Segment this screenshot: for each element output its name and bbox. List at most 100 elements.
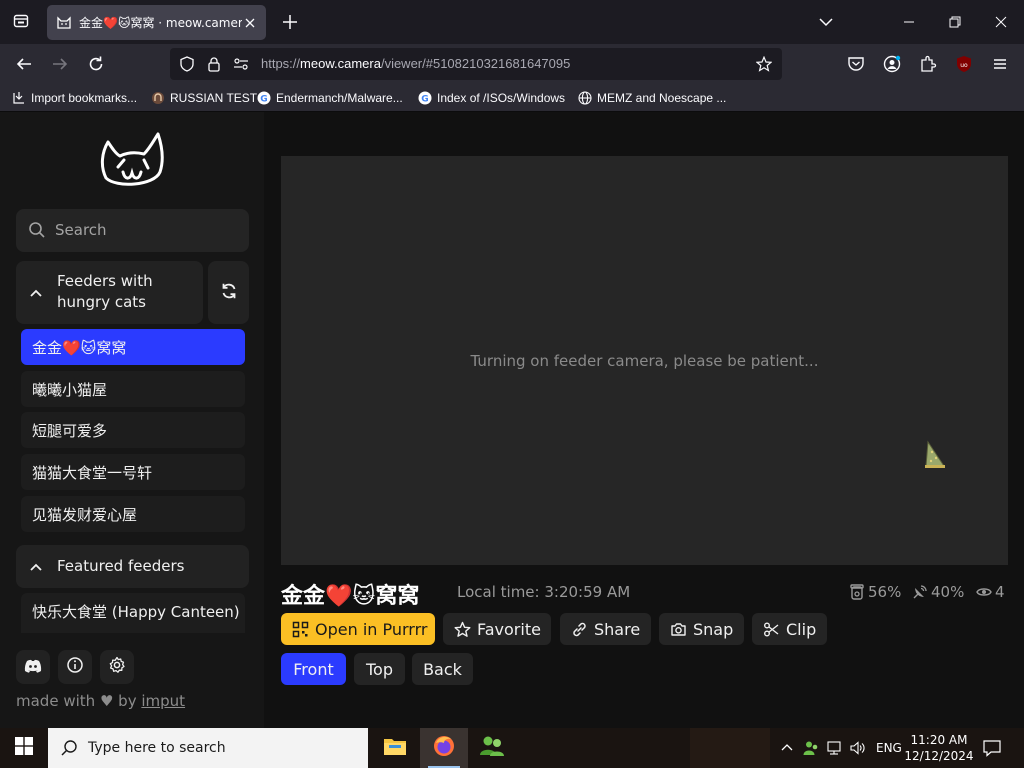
refresh-button[interactable]: [208, 261, 249, 324]
forward-arrow-icon[interactable]: [50, 54, 70, 74]
snap-button[interactable]: Snap: [659, 613, 744, 645]
bookmark-label: MEMZ and Noescape ...: [597, 91, 727, 105]
chevron-up-icon: [29, 285, 43, 299]
feeder-item-active[interactable]: 金金❤️🐱窝窝: [21, 329, 245, 365]
camera-video-area[interactable]: Turning on feeder camera, please be pati…: [281, 156, 1008, 565]
bookmark-label: Endermanch/Malware...: [276, 91, 403, 105]
input-language[interactable]: ENG: [876, 741, 902, 755]
firefox-icon: [432, 734, 456, 762]
bookmark-label: Import bookmarks...: [31, 91, 138, 105]
pocket-icon[interactable]: [846, 54, 866, 74]
bookmark-label: RUSSIAN TEST: [170, 91, 258, 105]
feeder-item[interactable]: 短腿可爱多: [21, 412, 245, 448]
permissions-icon[interactable]: [233, 56, 249, 72]
satellite-dish-icon: [912, 584, 928, 600]
url-host: meow.camera: [300, 56, 381, 71]
settings-button[interactable]: [100, 650, 134, 684]
url-bar[interactable]: https://meow.camera/viewer/#510821032168…: [170, 48, 782, 80]
start-button[interactable]: [0, 728, 48, 768]
lock-icon[interactable]: [206, 56, 222, 72]
taskbar-clock[interactable]: 11:20 AM 12/12/2024: [902, 732, 976, 764]
bookmark-isos[interactable]: G Index of /ISOs/Windows: [418, 90, 565, 106]
tab-title: 金金❤️🐱窝窝 · meow.camera: [79, 16, 242, 30]
search-placeholder: Search: [55, 221, 107, 239]
qr-code-icon: [292, 621, 309, 638]
refresh-icon: [220, 282, 238, 304]
author-link[interactable]: imput: [141, 692, 185, 710]
hungry-feeders-toggle[interactable]: Feeders with hungry cats: [16, 261, 203, 324]
party-hat-cursor-icon: [924, 440, 946, 470]
featured-feeders-toggle[interactable]: Featured feeders: [16, 545, 249, 588]
back-arrow-icon[interactable]: [14, 54, 34, 74]
feeder-title: 金金❤️🐱窝窝: [281, 584, 420, 609]
bookmark-russian-test[interactable]: RUSSIAN TEST: [151, 90, 257, 106]
folder-icon: [383, 736, 407, 760]
reload-icon[interactable]: [86, 54, 106, 74]
open-in-purrrr-label: Open in Purrrr: [315, 619, 428, 639]
taskbar-app-people[interactable]: [468, 728, 516, 768]
bookmark-import[interactable]: Import bookmarks...: [12, 90, 137, 106]
taskbar-app-file-explorer[interactable]: [371, 728, 419, 768]
search-input[interactable]: Search: [16, 209, 249, 252]
meow-camera-logo-icon[interactable]: [96, 130, 168, 192]
shield-icon[interactable]: [179, 56, 195, 72]
battery-stat: 40%: [912, 583, 964, 601]
favorite-button[interactable]: Favorite: [443, 613, 551, 645]
chevron-up-icon: [29, 559, 43, 573]
chevron-up-icon[interactable]: [779, 740, 795, 756]
restore-icon[interactable]: [945, 12, 965, 32]
share-button[interactable]: Share: [560, 613, 651, 645]
notifications-icon[interactable]: [982, 739, 1002, 757]
bookmark-memz[interactable]: MEMZ and Noescape ...: [578, 90, 726, 106]
ublock-origin-icon[interactable]: uo: [954, 54, 974, 74]
cat-favicon-icon: [55, 14, 73, 32]
camera-front-button[interactable]: Front: [281, 653, 346, 685]
people-tray-icon[interactable]: [803, 740, 819, 756]
account-icon[interactable]: [882, 54, 902, 74]
feeder-item[interactable]: 见猫发财爱心屋: [21, 496, 245, 532]
camera-top-button[interactable]: Top: [354, 653, 405, 685]
clip-label: Clip: [786, 619, 817, 639]
close-window-icon[interactable]: [991, 12, 1011, 32]
new-tab-icon[interactable]: [280, 12, 300, 32]
extensions-icon[interactable]: [918, 54, 938, 74]
taskbar-search-input[interactable]: Type here to search: [48, 728, 368, 768]
browser-tab-active[interactable]: 金金❤️🐱窝窝 · meow.camera: [47, 5, 266, 40]
by-text: by: [118, 692, 137, 710]
firefox-view-icon[interactable]: [8, 8, 34, 34]
navigation-toolbar: https://meow.camera/viewer/#510821032168…: [0, 44, 1024, 84]
sidebar: Search Feeders with hungry cats 金金❤️🐱窝窝 …: [0, 112, 264, 728]
camera-icon: [670, 621, 687, 638]
made-with-text: made with: [16, 692, 96, 710]
chevron-down-icon[interactable]: [817, 13, 835, 31]
bookmark-star-icon[interactable]: [755, 55, 773, 72]
extension-badge-text: uo: [960, 62, 968, 69]
bookmark-endermanch[interactable]: G Endermanch/Malware...: [257, 90, 403, 106]
url-scheme: https://: [261, 56, 301, 71]
svg-text:G: G: [260, 95, 267, 105]
hamburger-menu-icon[interactable]: [990, 54, 1010, 74]
clock-date: 12/12/2024: [904, 749, 974, 763]
search-icon: [60, 739, 78, 757]
camera-back-button[interactable]: Back: [412, 653, 473, 685]
taskbar-app-firefox[interactable]: [420, 728, 468, 768]
feeder-item[interactable]: 快乐大食堂 (Happy Canteen): [21, 593, 245, 633]
speaker-icon[interactable]: [849, 740, 865, 756]
info-icon: [66, 656, 84, 678]
windows-taskbar: Type here to search ENG 11:20 AM 12/12/2…: [0, 728, 1024, 768]
feeder-item[interactable]: 曦曦小猫屋: [21, 371, 245, 407]
bookmark-label: Index of /ISOs/Windows: [437, 91, 566, 105]
discord-button[interactable]: [16, 650, 50, 684]
open-in-purrrr-button[interactable]: Open in Purrrr: [281, 613, 435, 645]
clip-button[interactable]: Clip: [752, 613, 827, 645]
minimize-icon[interactable]: [899, 12, 919, 32]
people-icon: [479, 735, 505, 761]
google-icon: G: [418, 91, 432, 105]
share-label: Share: [594, 619, 641, 639]
svg-text:G: G: [421, 95, 428, 105]
about-button[interactable]: [58, 650, 92, 684]
close-tab-icon[interactable]: [242, 15, 258, 31]
network-icon[interactable]: [827, 740, 843, 756]
battery-value: 40%: [931, 583, 965, 601]
feeder-item[interactable]: 猫猫大食堂一号轩: [21, 454, 245, 490]
